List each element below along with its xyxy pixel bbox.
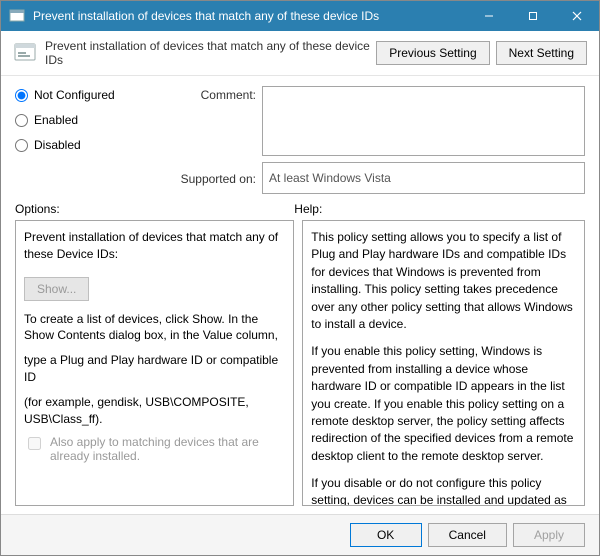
radio-disabled-input[interactable] [15, 139, 28, 152]
close-button[interactable] [555, 1, 599, 31]
ok-button[interactable]: OK [350, 523, 422, 547]
radio-enabled[interactable]: Enabled [15, 113, 160, 127]
supported-label: Supported on: [166, 170, 256, 186]
comment-textarea[interactable] [262, 86, 585, 156]
also-apply-row: Also apply to matching devices that are … [24, 435, 285, 463]
section-labels: Options: Help: [1, 200, 599, 220]
supported-on-value: At least Windows Vista [269, 171, 391, 185]
also-apply-checkbox [28, 437, 41, 450]
help-paragraph-2: If you enable this policy setting, Windo… [311, 343, 576, 465]
radio-enabled-label: Enabled [34, 113, 78, 127]
radio-not-configured[interactable]: Not Configured [15, 88, 160, 102]
cancel-button[interactable]: Cancel [428, 523, 507, 547]
apply-button: Apply [513, 523, 585, 547]
help-section-label: Help: [294, 202, 585, 216]
window-buttons [467, 1, 599, 31]
options-section-label: Options: [15, 202, 294, 216]
show-button: Show... [24, 277, 89, 301]
radio-enabled-input[interactable] [15, 114, 28, 127]
options-heading: Prevent installation of devices that mat… [24, 229, 285, 263]
config-grid: Not Configured Enabled Disabled Comment:… [1, 76, 599, 200]
minimize-button[interactable] [467, 1, 511, 31]
radio-not-configured-input[interactable] [15, 89, 28, 102]
window-title: Prevent installation of devices that mat… [33, 9, 467, 23]
state-radio-group: Not Configured Enabled Disabled [15, 86, 160, 152]
panes-row: Prevent installation of devices that mat… [1, 220, 599, 514]
maximize-button[interactable] [511, 1, 555, 31]
nav-buttons: Previous Setting Next Setting [376, 41, 587, 65]
radio-disabled-label: Disabled [34, 138, 81, 152]
policy-icon [9, 8, 25, 24]
comment-label: Comment: [166, 86, 256, 102]
next-setting-button[interactable]: Next Setting [496, 41, 587, 65]
header-title: Prevent installation of devices that mat… [45, 39, 376, 67]
supported-on-box: At least Windows Vista [262, 162, 585, 194]
also-apply-label: Also apply to matching devices that are … [50, 435, 285, 463]
options-pane: Prevent installation of devices that mat… [15, 220, 294, 506]
radio-disabled[interactable]: Disabled [15, 138, 160, 152]
help-pane: This policy setting allows you to specif… [302, 220, 585, 506]
titlebar: Prevent installation of devices that mat… [1, 1, 599, 31]
options-instr-3: (for example, gendisk, USB\COMPOSITE, US… [24, 394, 285, 428]
policy-large-icon [13, 41, 37, 65]
dialog-footer: OK Cancel Apply [1, 514, 599, 555]
help-paragraph-3: If you disable or do not configure this … [311, 475, 576, 506]
header-row: Prevent installation of devices that mat… [1, 31, 599, 76]
help-paragraph-1: This policy setting allows you to specif… [311, 229, 576, 333]
options-instr-2: type a Plug and Play hardware ID or comp… [24, 352, 285, 386]
gpedit-dialog-window: Prevent installation of devices that mat… [0, 0, 600, 556]
radio-not-configured-label: Not Configured [34, 88, 115, 102]
options-instr-1: To create a list of devices, click Show.… [24, 311, 285, 345]
previous-setting-button[interactable]: Previous Setting [376, 41, 489, 65]
